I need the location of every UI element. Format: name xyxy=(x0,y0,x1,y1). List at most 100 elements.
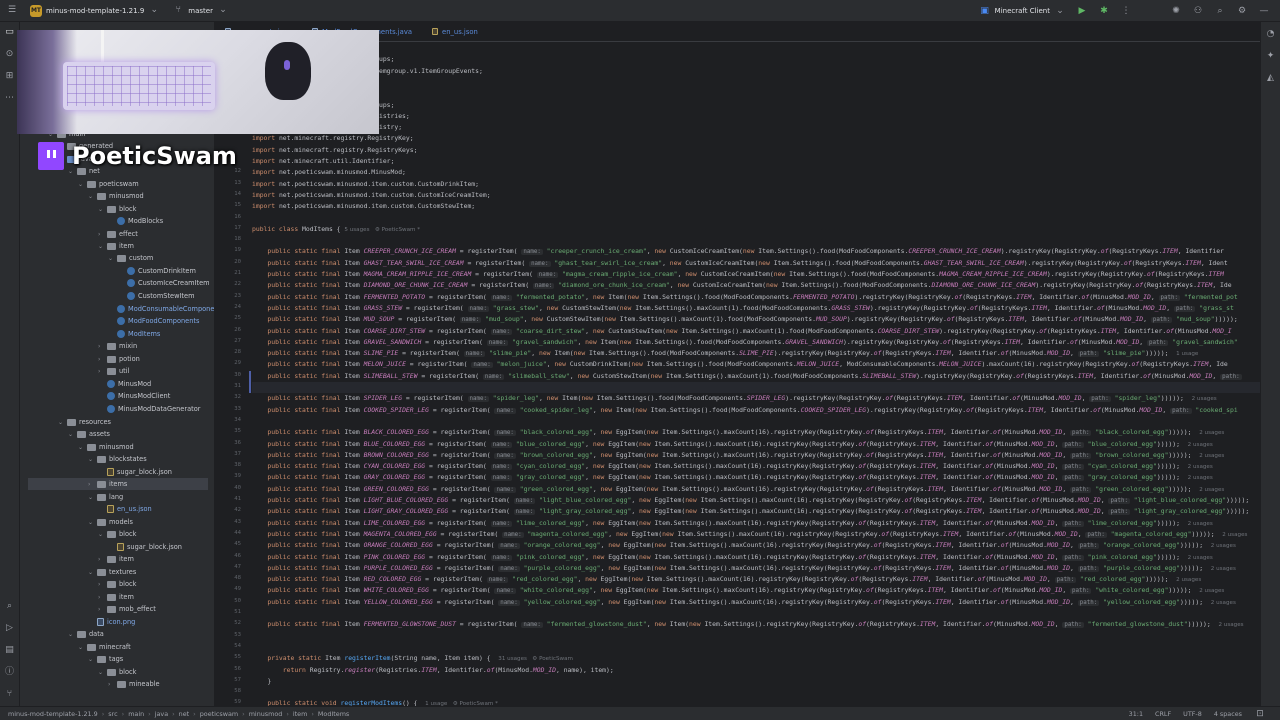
tree-item[interactable]: icon.png xyxy=(20,616,135,628)
breadcrumb-item[interactable]: src xyxy=(108,710,117,718)
breadcrumb-item[interactable]: minus-mod-template-1.21.9 xyxy=(8,710,98,718)
cursor-position[interactable]: 31:1 xyxy=(1129,710,1143,718)
tree-item[interactable]: CustomStewItem xyxy=(20,290,195,302)
tree-item-label: sugar_block.json xyxy=(127,543,182,551)
project-tool-icon[interactable]: ▭ xyxy=(4,26,16,38)
lock-icon[interactable]: ⊡ xyxy=(1254,708,1266,720)
editor-tab[interactable]: en_us.json xyxy=(422,22,488,42)
code-token: public static final xyxy=(252,349,345,358)
more-icon[interactable]: ⋮ xyxy=(1120,5,1132,17)
branch-selector[interactable]: ⑂ master ⌄ xyxy=(166,0,235,22)
run-configuration-selector[interactable]: ▣ Minecraft Client ⌄ xyxy=(979,5,1066,17)
code-editor[interactable]: 12 13 14 15 16 17 18 19 20 21 22 23 24 25 26 27 28 29 30 31… xyxy=(215,42,1260,706)
code-token: CustomIceCreamItem( xyxy=(685,258,759,267)
breadcrumb-item[interactable]: main xyxy=(128,710,144,718)
tree-item[interactable]: CustomDrinkItem xyxy=(20,265,196,277)
tree-item[interactable]: ⌄ custom xyxy=(20,252,153,264)
run-icon[interactable]: ▶ xyxy=(1076,5,1088,17)
breadcrumb-item[interactable]: java xyxy=(155,710,168,718)
breadcrumb-item[interactable]: minusmod xyxy=(249,710,283,718)
tree-item[interactable]: › mineable xyxy=(20,678,160,690)
tree-item[interactable]: › effect xyxy=(20,228,138,240)
folder-icon xyxy=(107,367,116,375)
tree-item[interactable]: ⌄ block xyxy=(20,528,137,540)
tree-item[interactable]: ModFoodComponents xyxy=(20,315,199,327)
indent-setting[interactable]: 4 spaces xyxy=(1214,710,1242,718)
breadcrumb-item[interactable]: poeticswam xyxy=(200,710,238,718)
tree-item[interactable]: › item xyxy=(20,553,134,565)
tree-item[interactable]: ⌄ data xyxy=(20,628,104,640)
tree-item[interactable]: ⌄ minusmod xyxy=(20,190,144,202)
code-token: GHAST_TEAR_SWIRL_ICE_CREAM xyxy=(363,258,464,267)
tree-item[interactable]: ⌄ poeticswam xyxy=(20,178,139,190)
ai-assistant-icon[interactable]: ✺ xyxy=(1170,5,1182,17)
tree-item[interactable]: ⌄ models xyxy=(20,516,133,528)
breadcrumb-item[interactable]: net xyxy=(179,710,190,718)
tree-item[interactable]: › items xyxy=(28,478,208,490)
tree-item[interactable]: ⌄ lang xyxy=(20,491,123,503)
folder-icon xyxy=(77,430,86,438)
tree-item[interactable]: sugar_block.json xyxy=(20,466,172,478)
tree-item[interactable]: CustomIceCreamItem xyxy=(20,277,210,289)
tree-item[interactable]: MinusMod xyxy=(20,378,151,390)
tree-item-label: block xyxy=(119,530,137,538)
notifications-icon[interactable]: ◔ xyxy=(1265,28,1277,40)
line-separator[interactable]: CRLF xyxy=(1155,710,1171,718)
breadcrumb-item[interactable]: ModItems xyxy=(318,710,349,718)
parameter-hint: path: xyxy=(1070,452,1092,459)
commit-tool-icon[interactable]: ⊙ xyxy=(4,48,16,60)
search-icon[interactable]: ⌕ xyxy=(1214,5,1226,17)
code-token: new xyxy=(639,462,655,471)
ai-chat-icon[interactable]: ✦ xyxy=(1265,50,1277,62)
tree-item[interactable]: ModItems xyxy=(20,328,160,340)
tree-item[interactable]: ⌄ block xyxy=(20,203,137,215)
tree-item[interactable]: › mixin xyxy=(20,340,137,352)
settings-icon[interactable]: ⚙ xyxy=(1236,5,1248,17)
structure-tool-icon[interactable]: ⊞ xyxy=(4,70,16,82)
collaboration-icon[interactable]: ⚇ xyxy=(1192,5,1204,17)
file-encoding[interactable]: UTF-8 xyxy=(1183,710,1202,718)
code-token: Item xyxy=(344,360,364,369)
main-menu-button[interactable]: ☰ xyxy=(0,0,24,22)
tree-item[interactable]: ⌄ minusmod xyxy=(20,441,134,453)
tree-item[interactable]: ⌄ blockstates xyxy=(20,453,147,465)
tree-item[interactable]: ⌄ minecraft xyxy=(20,641,131,653)
terminal-tool-icon[interactable]: ▤ xyxy=(4,644,16,656)
tree-item[interactable]: ModConsumableComponents xyxy=(20,303,214,315)
run-tool-icon[interactable]: ▷ xyxy=(4,622,16,634)
project-selector[interactable]: MT minus-mod-template-1.21.9 ⌄ xyxy=(24,0,166,22)
debug-icon[interactable]: ✱ xyxy=(1098,5,1110,17)
tree-item[interactable]: MinusModClient xyxy=(20,390,170,402)
tree-item[interactable]: ⌄ block xyxy=(20,666,137,678)
code-token: , xyxy=(585,439,593,448)
git-tool-icon[interactable]: ⑂ xyxy=(4,688,16,700)
parameter-hint: path: xyxy=(1062,464,1084,471)
gradle-icon[interactable]: ◭ xyxy=(1265,72,1277,84)
tree-item[interactable]: ⌄ tags xyxy=(20,653,123,665)
tree-item[interactable]: › potion xyxy=(20,353,140,365)
minimize-icon[interactable]: — xyxy=(1258,5,1270,17)
code-token: (RegistryKeys. xyxy=(866,552,920,561)
code-line: public static final Item COARSE_DIRT_STE… xyxy=(252,326,1232,337)
code-line: public static final Item BLUE_COLORED_EG… xyxy=(252,439,1213,450)
tree-item[interactable]: ⌄ resources xyxy=(20,416,111,428)
tree-item[interactable]: › item xyxy=(20,591,134,603)
tree-item[interactable]: ⌄ item xyxy=(20,240,134,252)
tree-item[interactable]: ModBlocks xyxy=(20,215,163,227)
tree-item[interactable]: ⌄ textures xyxy=(20,566,136,578)
tree-item[interactable]: › block xyxy=(20,578,137,590)
code-token: , Identifier. xyxy=(950,563,1001,572)
tree-item[interactable]: ⌄ assets xyxy=(20,428,110,440)
tree-item[interactable]: › util xyxy=(20,365,129,377)
code-token: EggItem( xyxy=(615,428,647,437)
search-tool-icon[interactable]: ⌕ xyxy=(4,600,16,612)
breadcrumb-item[interactable]: item xyxy=(293,710,307,718)
parameter-hint: name: xyxy=(490,328,513,335)
tree-item[interactable]: en_us.json xyxy=(20,503,152,515)
tree-item[interactable]: › mob_effect xyxy=(20,603,156,615)
tree-item[interactable]: sugar_block.json xyxy=(20,541,182,553)
code-token: new xyxy=(685,496,701,504)
more-tools-icon[interactable]: ⋯ xyxy=(4,92,16,104)
tree-item[interactable]: MinusModDataGenerator xyxy=(20,403,200,415)
problems-tool-icon[interactable]: ⓘ xyxy=(4,666,16,678)
